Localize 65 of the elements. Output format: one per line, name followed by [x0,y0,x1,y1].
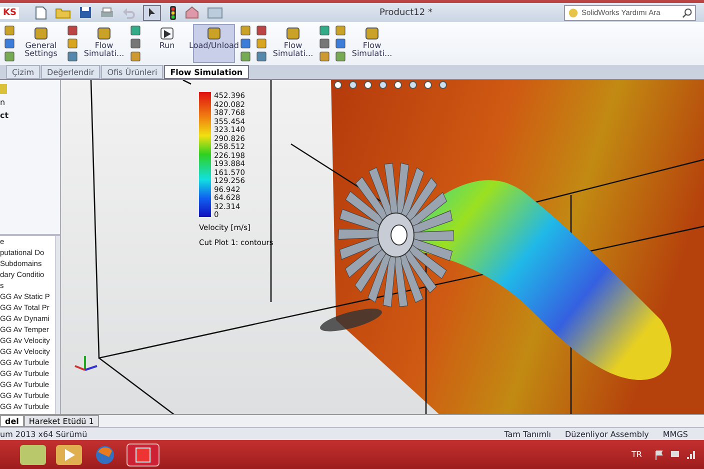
tool-icon [97,27,111,40]
tool-icon[interactable] [130,25,141,36]
tool-icon[interactable] [319,51,330,62]
tool-icon[interactable] [4,38,15,49]
app-logo: KS [0,6,20,18]
flag-icon[interactable] [654,450,664,460]
window-title: Product12 * [379,8,434,18]
tool-icon[interactable] [335,51,346,62]
tool-icon[interactable] [67,25,78,36]
traffic-light-icon[interactable] [169,6,178,20]
shadow [320,308,382,332]
tool-icon[interactable] [319,25,330,36]
network-icon[interactable] [670,450,680,460]
folder-icon[interactable] [55,6,72,18]
tool-icon[interactable] [256,25,267,36]
tool-icon [286,27,300,40]
ribbon-button[interactable]: General Settings [20,24,62,63]
new-document-icon[interactable] [35,6,48,20]
tab[interactable]: Değerlendir [41,65,100,79]
tab[interactable]: Çizim [6,65,40,79]
tab[interactable]: Ofis Ürünleri [101,65,164,79]
axis-triad-icon [74,356,98,371]
language-indicator[interactable]: TR [632,450,642,459]
signal-icon[interactable] [686,450,696,460]
ribbon-button[interactable]: Run [146,24,188,63]
tool-icon[interactable] [4,51,15,62]
tool-icon[interactable] [130,51,141,62]
app-icon[interactable] [18,442,48,466]
tool-icon[interactable] [335,25,346,36]
tool-icon[interactable] [4,25,15,36]
tool-icon[interactable] [67,51,78,62]
tool-icon [365,27,379,40]
ribbon-button[interactable]: Flow Simulati... [83,24,125,63]
tool-icon[interactable] [240,25,251,36]
tool-icon[interactable] [335,38,346,49]
status-text: Tam Tanımlı [504,430,552,438]
status-text: Düzenliyor Assembly [565,430,649,438]
ribbon-button[interactable]: Flow Simulati... [351,24,393,63]
scrollbar[interactable] [55,236,60,414]
printer-icon[interactable] [100,6,114,18]
house-icon[interactable] [185,6,200,19]
ribbon-button[interactable]: Flow Simulati... [272,24,314,63]
cad-app-icon[interactable] [126,442,160,466]
tool-icon[interactable] [67,38,78,49]
version-text: um 2013 x64 Sürümü [0,430,88,438]
tree-item[interactable]: n [0,98,60,107]
tool-icon[interactable] [256,38,267,49]
save-icon[interactable] [79,6,92,19]
units-text[interactable]: MMGS [662,430,688,438]
tab[interactable]: Flow Simulation [164,65,249,79]
tool-icon[interactable] [240,51,251,62]
help-icon [568,6,578,18]
tool-icon[interactable] [130,38,141,49]
tool-icon[interactable] [240,38,251,49]
tab[interactable]: del [0,415,24,427]
tool-icon[interactable] [256,51,267,62]
tab[interactable]: Hareket Etüdü 1 [24,415,99,427]
tool-icon [34,27,48,40]
search-icon[interactable] [682,6,692,18]
play-icon [160,27,174,40]
tool-icon[interactable] [319,38,330,49]
part-icon [0,84,7,94]
media-player-icon[interactable] [54,442,84,466]
tool-icon [207,27,221,40]
tree-item[interactable]: ct [0,111,60,120]
